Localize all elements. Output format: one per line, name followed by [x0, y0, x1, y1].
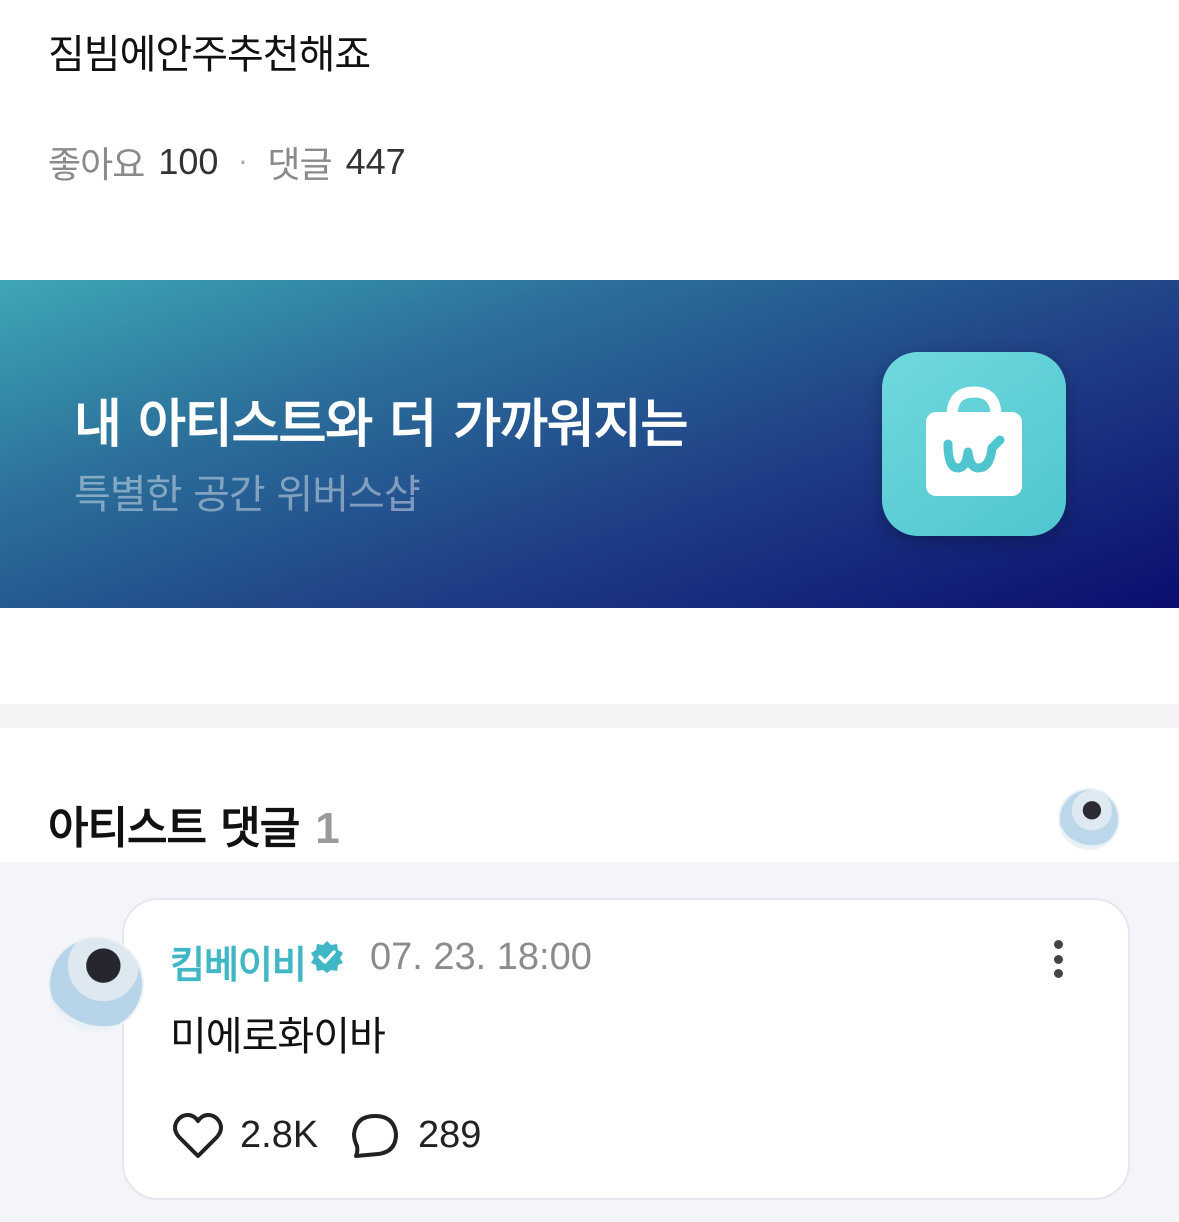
- post-body-text: 짐빔에안주추천해죠: [48, 32, 371, 78]
- comments-count[interactable]: 447: [346, 141, 406, 183]
- more-dot: [1053, 940, 1063, 949]
- banner-subtitle: 특별한 공간 위버스샵: [74, 472, 421, 518]
- shopping-bag-icon: [926, 386, 1022, 496]
- more-dot: [1053, 969, 1063, 978]
- likes-count[interactable]: 100: [158, 141, 218, 183]
- more-dot: [1053, 954, 1063, 964]
- stats-separator: ·: [238, 145, 248, 179]
- likes-label: 좋아요: [48, 145, 145, 186]
- section-divider: [0, 704, 1179, 728]
- artist-avatar[interactable]: [1058, 788, 1120, 850]
- comment-author-name[interactable]: 킴베이비: [170, 934, 307, 989]
- artist-comments-heading: 아티스트 댓글 1: [48, 792, 340, 856]
- comment-text: 미에로화이바: [170, 1014, 386, 1060]
- artist-comments-count: 1: [315, 804, 340, 853]
- weverse-shop-banner[interactable]: 내 아티스트와 더 가까워지는 특별한 공간 위버스샵: [0, 280, 1179, 608]
- comments-label: 댓글: [267, 145, 332, 186]
- artist-comments-title: 아티스트 댓글: [48, 803, 300, 854]
- comment-like-count: 2.8K: [240, 1114, 319, 1156]
- comment-author-avatar[interactable]: [48, 936, 144, 1032]
- more-options-icon[interactable]: [1040, 934, 1076, 984]
- comment-reply-count: 289: [418, 1114, 482, 1156]
- weverse-shop-app-icon: [882, 352, 1066, 536]
- reply-bubble-icon[interactable]: [350, 1112, 400, 1160]
- banner-title: 내 아티스트와 더 가까워지는: [74, 395, 688, 455]
- post-stats: 좋아요 100 · 댓글 447: [48, 136, 406, 188]
- verified-badge-icon: [311, 941, 343, 973]
- comment-timestamp: 07. 23. 18:00: [370, 936, 592, 978]
- heart-icon[interactable]: [172, 1112, 224, 1160]
